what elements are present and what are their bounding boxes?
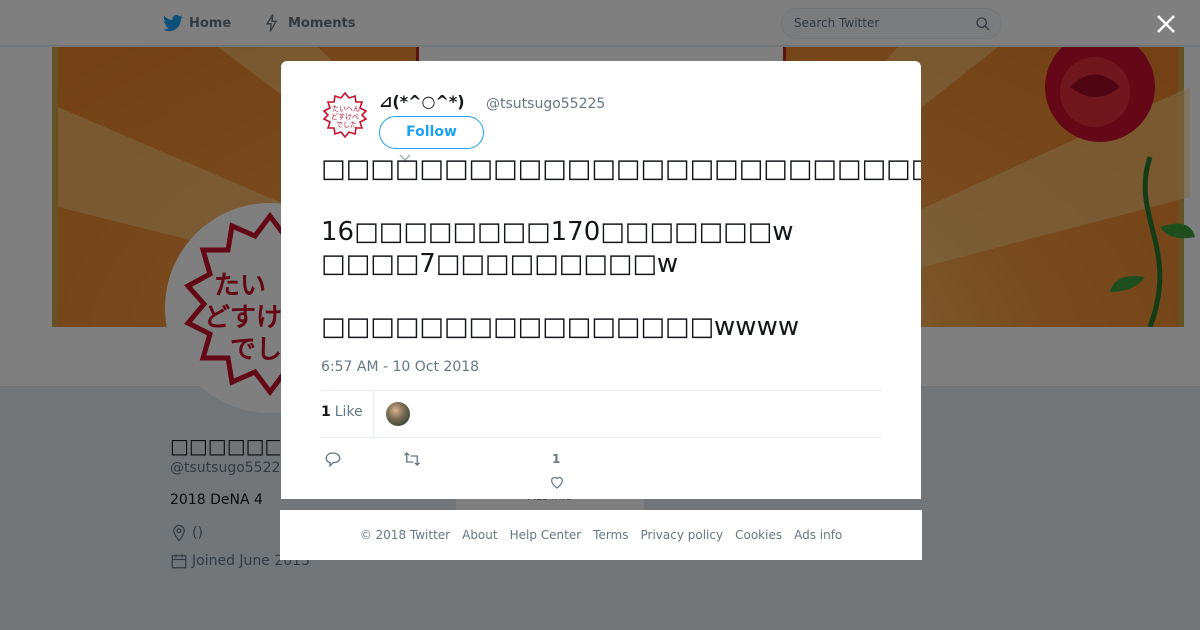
close-icon[interactable]: [1155, 13, 1177, 35]
svg-text:でした: でした: [336, 121, 357, 129]
tweet-text-line: 16□□□□□□□□170□□□□□□□w: [321, 217, 794, 247]
footer-link-privacy[interactable]: Privacy policy: [641, 528, 724, 542]
tweet-timestamp[interactable]: 6:57 AM - 10 Oct 2018: [321, 359, 479, 375]
likes-count: 1: [321, 404, 331, 420]
stamp-avatar-small: たいへん どすけべ でした: [322, 91, 368, 139]
stats-divider: [373, 391, 374, 437]
footer-copyright: © 2018 Twitter: [359, 528, 451, 542]
svg-text:たいへん: たいへん: [332, 105, 360, 113]
like-count: 1: [552, 452, 561, 466]
retweet-icon[interactable]: [403, 450, 421, 468]
footer-link-cookies[interactable]: Cookies: [735, 528, 782, 542]
follow-button[interactable]: Follow: [379, 116, 484, 149]
tweet-actions: 1: [321, 446, 881, 489]
tweet-text-line: □□□□□□□□□□□□□□□□□□□□□□□□□□□□□□□□□□□□□□□□…: [321, 154, 921, 184]
tweet-author-handle[interactable]: @tsutsugo55225: [486, 96, 605, 112]
footer-link-ads-info[interactable]: Ads info: [794, 528, 842, 542]
tweet-author-avatar[interactable]: たいへん どすけべ でした: [321, 91, 369, 139]
modal-footer: © 2018 Twitter About Help Center Terms P…: [280, 510, 922, 560]
tweet-text-line: □□□□□□□□□□□□□□□□wwww: [321, 312, 800, 342]
likes-stat[interactable]: 1 Like: [321, 404, 363, 420]
footer-link-terms[interactable]: Terms: [593, 528, 628, 542]
tweet-modal: たいへん どすけべ でした ⊿(*^○^*) @tsutsugo55225 Fo…: [281, 61, 921, 499]
tweet-text: □□□□□□□□□□□□□□□□□□□□□□□□□□□□□□□□□□□□□□□□…: [321, 153, 921, 343]
footer-link-about[interactable]: About: [462, 528, 497, 542]
likes-label: Like: [334, 404, 363, 420]
tweet-stats: 1 Like: [321, 390, 881, 438]
tweet-text-line: □□□□7□□□□□□□□□w: [321, 249, 679, 279]
tweet-text-gap: [321, 280, 921, 311]
tweet-author-name[interactable]: ⊿(*^○^*): [379, 92, 465, 111]
liker-avatar[interactable]: [386, 402, 410, 426]
reply-icon[interactable]: [324, 450, 342, 468]
footer-link-help-center[interactable]: Help Center: [510, 528, 582, 542]
tweet-text-gap: [321, 185, 921, 216]
heart-icon[interactable]: [549, 474, 565, 490]
svg-text:どすけべ: どすけべ: [331, 113, 359, 121]
